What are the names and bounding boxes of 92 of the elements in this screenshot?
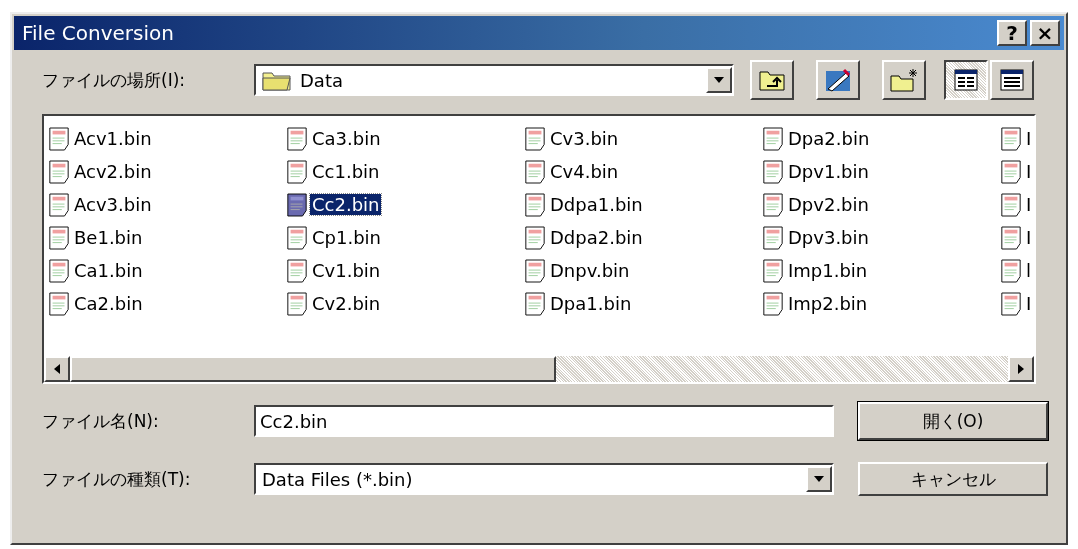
file-type-dropdown[interactable]: Data Files (*.bin) [254, 463, 834, 495]
document-icon [1000, 257, 1022, 284]
document-icon [48, 191, 70, 218]
list-view-icon [954, 69, 978, 91]
file-item[interactable]: I [1000, 155, 1034, 188]
document-icon [48, 257, 70, 284]
document-icon [286, 158, 308, 185]
file-item[interactable]: Cv1.bin [286, 254, 524, 287]
document-icon [1000, 290, 1022, 317]
document-icon [762, 224, 784, 251]
document-icon [1000, 224, 1022, 251]
file-item[interactable]: Cv3.bin [524, 122, 762, 155]
file-item[interactable]: Cv2.bin [286, 287, 524, 320]
document-icon [1000, 191, 1022, 218]
dropdown-arrow-icon [814, 476, 824, 482]
file-item[interactable]: Cp1.bin [286, 221, 524, 254]
file-item[interactable]: Ca1.bin [48, 254, 286, 287]
file-item[interactable]: Acv1.bin [48, 122, 286, 155]
file-item[interactable]: Ca3.bin [286, 122, 524, 155]
file-item[interactable]: I [1000, 188, 1034, 221]
up-folder-button[interactable] [750, 60, 794, 100]
file-item[interactable]: Ca2.bin [48, 287, 286, 320]
document-icon [762, 191, 784, 218]
help-button[interactable]: ? [997, 20, 1027, 46]
file-item[interactable]: Cc1.bin [286, 155, 524, 188]
new-folder-button[interactable] [882, 60, 926, 100]
document-icon [762, 290, 784, 317]
document-icon [762, 125, 784, 152]
file-item[interactable]: Cc2.bin [286, 188, 524, 221]
field-label: ファイル名(N): [42, 409, 160, 433]
file-item[interactable]: Cv4.bin [524, 155, 762, 188]
document-icon [524, 191, 546, 218]
file-item[interactable]: Dpv3.bin [762, 221, 1000, 254]
document-icon [762, 158, 784, 185]
file-item[interactable]: Imp2.bin [762, 287, 1000, 320]
left-arrow-icon [54, 364, 60, 374]
scroll-left-button[interactable] [44, 356, 70, 382]
dropdown-value: Data Files (*.bin) [262, 468, 413, 490]
close-button[interactable]: × [1030, 20, 1060, 46]
scroll-right-button[interactable] [1008, 356, 1034, 382]
file-item[interactable]: Ddpa2.bin [524, 221, 762, 254]
folder-icon [262, 69, 292, 91]
document-icon [286, 224, 308, 251]
file-item[interactable]: Dpv2.bin [762, 188, 1000, 221]
file-item[interactable]: Ddpa1.bin [524, 188, 762, 221]
document-icon [524, 257, 546, 284]
file-item[interactable]: Imp1.bin [762, 254, 1000, 287]
document-icon [524, 224, 546, 251]
details-view-icon [1000, 69, 1024, 91]
window-title: File Conversion [22, 21, 175, 45]
file-item[interactable]: Dpv1.bin [762, 155, 1000, 188]
field-label: ファイルの種類(T): [42, 467, 192, 491]
file-item[interactable]: I [1000, 221, 1034, 254]
cancel-button[interactable]: キャンセル [858, 462, 1048, 496]
file-name-field[interactable]: Cc2.bin [254, 405, 834, 437]
document-icon [286, 191, 308, 218]
file-item[interactable]: Dpa1.bin [524, 287, 762, 320]
dropdown-arrow-icon [714, 77, 724, 83]
field-label: ファイルの場所(I): [42, 68, 186, 92]
right-arrow-icon [1018, 364, 1024, 374]
file-item[interactable]: Be1.bin [48, 221, 286, 254]
file-item[interactable]: Acv2.bin [48, 155, 286, 188]
document-icon [48, 290, 70, 317]
file-item[interactable]: Dpa2.bin [762, 122, 1000, 155]
desktop-button[interactable] [816, 60, 860, 100]
document-icon [1000, 158, 1022, 185]
document-icon [524, 290, 546, 317]
pencil-icon [824, 67, 852, 93]
document-icon [1000, 125, 1022, 152]
document-icon [48, 125, 70, 152]
document-icon [524, 125, 546, 152]
open-button[interactable]: 開く(O) [858, 402, 1048, 440]
file-item[interactable]: Acv3.bin [48, 188, 286, 221]
document-icon [48, 158, 70, 185]
location-dropdown[interactable]: Data [254, 64, 734, 96]
list-view-button[interactable] [944, 60, 988, 100]
dropdown-arrow-button[interactable] [806, 466, 832, 492]
document-icon [286, 125, 308, 152]
file-item[interactable]: I [1000, 287, 1034, 320]
file-item[interactable]: Dnpv.bin [524, 254, 762, 287]
dropdown-arrow-button[interactable] [706, 67, 732, 93]
document-icon [524, 158, 546, 185]
document-icon [48, 224, 70, 251]
document-icon [286, 257, 308, 284]
details-view-button[interactable] [990, 60, 1034, 100]
new-folder-icon [889, 67, 919, 93]
dropdown-value: Data [300, 69, 343, 91]
file-item[interactable]: I [1000, 122, 1034, 155]
file-item[interactable]: l [1000, 254, 1034, 287]
up-folder-icon [758, 68, 786, 92]
document-icon [286, 290, 308, 317]
document-icon [762, 257, 784, 284]
